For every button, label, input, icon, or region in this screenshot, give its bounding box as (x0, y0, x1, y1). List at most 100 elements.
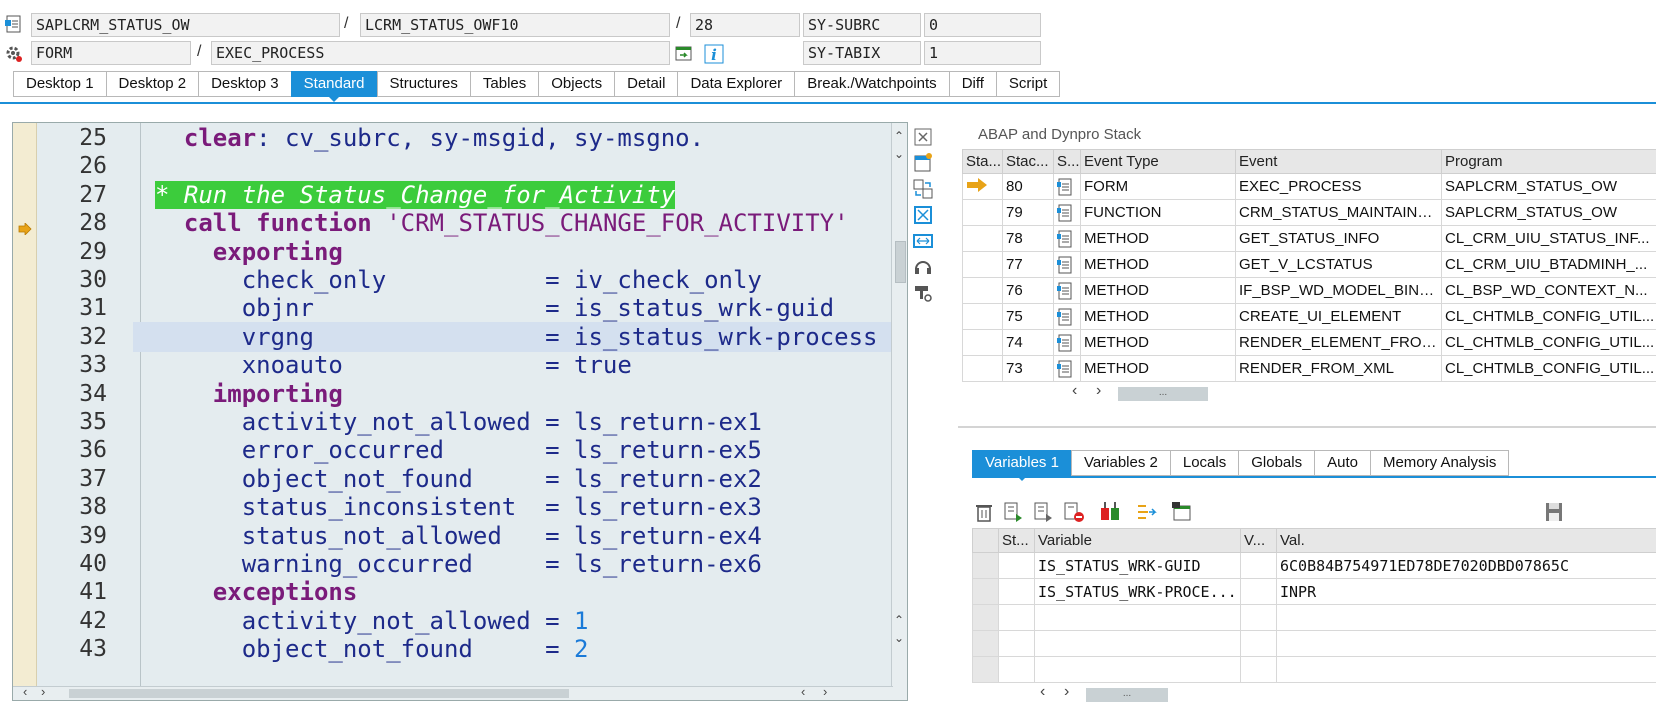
tab-script[interactable]: Script (996, 71, 1060, 97)
variable-value-cell[interactable] (1277, 605, 1656, 631)
code-line[interactable]: 36 error_occurred = ls_return-ex5 (13, 435, 893, 465)
stack-row[interactable]: 74METHODRENDER_ELEMENT_FROM_...CL_CHTMLB… (963, 330, 1656, 356)
tab-desktop-3[interactable]: Desktop 3 (198, 71, 291, 97)
row-selector[interactable] (973, 605, 999, 631)
code-line[interactable]: 25 clear: cv_subrc, sy-msgid, sy-msgno. (13, 123, 893, 153)
panel-splitter[interactable] (958, 426, 1656, 428)
stack-row[interactable]: 78METHODGET_STATUS_INFOCL_CRM_UIU_STATUS… (963, 226, 1656, 252)
code-line[interactable]: 26 (13, 151, 893, 181)
compare-icon[interactable] (1098, 500, 1122, 524)
scroll-right-icon[interactable]: › (823, 684, 827, 699)
scroll-up-icon[interactable]: ⌃ (894, 613, 904, 627)
variables-column-header[interactable]: Variable (1035, 529, 1241, 553)
tab-data-explorer[interactable]: Data Explorer (677, 71, 794, 97)
row-selector-header[interactable] (973, 529, 999, 553)
scroll-thumb[interactable] (69, 689, 569, 698)
scroll-left-icon[interactable]: ‹ (1040, 683, 1045, 701)
variable-name-input[interactable] (1035, 657, 1241, 683)
insert-variable-icon[interactable] (1002, 500, 1026, 524)
variables-column-header[interactable]: St... (999, 529, 1035, 553)
variables-column-header[interactable]: V... (1241, 529, 1277, 553)
stack-column-header[interactable]: Event (1236, 150, 1442, 174)
editor-horizontal-scrollbar[interactable]: ‹ › ‹ › (13, 686, 893, 700)
stack-row[interactable]: 73METHODRENDER_FROM_XMLCL_CHTMLB_CONFIG_… (963, 356, 1656, 382)
variable-value-cell[interactable] (1277, 631, 1656, 657)
code-line[interactable]: 35 activity_not_allowed = ls_return-ex1 (13, 407, 893, 437)
code-line[interactable]: 42 activity_not_allowed = 1 (13, 606, 893, 636)
tab-tables[interactable]: Tables (470, 71, 538, 97)
stack-row[interactable]: 77METHODGET_V_LCSTATUSCL_CRM_UIU_BTADMIN… (963, 252, 1656, 278)
row-selector[interactable] (973, 631, 999, 657)
scroll-right-icon[interactable]: › (1096, 382, 1101, 400)
code-line[interactable]: 39 status_not_allowed = ls_return-ex4 (13, 521, 893, 551)
variable-view-cell[interactable] (1241, 579, 1277, 605)
scroll-left-icon[interactable]: ‹ (1072, 382, 1077, 400)
row-selector[interactable] (973, 579, 999, 605)
variable-name-input[interactable]: IS_STATUS_WRK-PROCE... (1035, 579, 1241, 605)
stack-row[interactable]: 79FUNCTIONCRM_STATUS_MAINTAIN_...SAPLCRM… (963, 200, 1656, 226)
tab-standard[interactable]: Standard (291, 71, 377, 97)
tab-variables-1[interactable]: Variables 1 (972, 450, 1071, 476)
code-line[interactable]: 27* Run the Status_Change_for_Activity (13, 180, 893, 210)
scroll-down-icon[interactable]: ⌄ (894, 631, 904, 645)
stack-column-header[interactable]: Stac... (1003, 150, 1054, 174)
scroll-right-icon[interactable]: › (1064, 683, 1069, 701)
scroll-left-icon[interactable]: ‹ (23, 684, 27, 699)
variable-name-input[interactable]: IS_STATUS_WRK-GUID (1035, 553, 1241, 579)
editor-vertical-scrollbar[interactable]: ⌃ ⌄ ⌃ ⌄ (891, 123, 908, 700)
variable-view-cell[interactable] (1241, 631, 1277, 657)
variables-column-header[interactable]: Val. (1277, 529, 1656, 553)
remove-variable-icon[interactable] (1062, 500, 1086, 524)
resize-tool-icon[interactable] (912, 230, 934, 252)
code-line[interactable]: 32 vrgng = is_status_wrk-process (13, 322, 893, 352)
scroll-thumb[interactable] (895, 241, 906, 283)
row-selector[interactable] (973, 553, 999, 579)
info-icon[interactable]: i (704, 44, 724, 64)
source-code-editor[interactable]: 25 clear: cv_subrc, sy-msgid, sy-msgno.2… (12, 122, 908, 701)
tab-locals[interactable]: Locals (1170, 450, 1238, 476)
variable-row[interactable] (973, 631, 1656, 657)
tab-objects[interactable]: Objects (538, 71, 614, 97)
code-line[interactable]: 28 call function 'CRM_STATUS_CHANGE_FOR_… (13, 208, 893, 238)
scroll-up-icon[interactable]: ⌃ (894, 129, 904, 143)
scroll-thumb[interactable]: ... (1118, 387, 1208, 401)
stack-row[interactable]: 76METHODIF_BSP_WD_MODEL_BINDI...CL_BSP_W… (963, 278, 1656, 304)
monitor-icon[interactable] (1170, 500, 1194, 524)
settings-tool-icon[interactable] (912, 282, 934, 304)
new-tool-icon[interactable] (912, 152, 934, 174)
code-line[interactable]: 38 status_inconsistent = ls_return-ex3 (13, 492, 893, 522)
stack-column-header[interactable]: Program (1442, 150, 1656, 174)
maximize-tool-icon[interactable] (912, 204, 934, 226)
variable-view-cell[interactable] (1241, 605, 1277, 631)
code-line[interactable]: 43 object_not_found = 2 (13, 634, 893, 664)
code-line[interactable]: 40 warning_occurred = ls_return-ex6 (13, 549, 893, 579)
variable-name-input[interactable] (1035, 605, 1241, 631)
stack-row[interactable]: 80FORMEXEC_PROCESSSAPLCRM_STATUS_OW (963, 174, 1656, 200)
tab-globals[interactable]: Globals (1238, 450, 1314, 476)
variable-view-cell[interactable] (1241, 553, 1277, 579)
stack-column-header[interactable]: Event Type (1081, 150, 1236, 174)
display-object-icon[interactable] (674, 44, 694, 64)
variable-value-cell[interactable] (1277, 657, 1656, 683)
swap-tool-icon[interactable] (912, 178, 934, 200)
export-icon[interactable] (1134, 500, 1158, 524)
load-variables-icon[interactable] (1032, 500, 1056, 524)
code-line[interactable]: 30 check_only = iv_check_only (13, 265, 893, 295)
tab-diff[interactable]: Diff (949, 71, 996, 97)
tab-break-watchpoints[interactable]: Break./Watchpoints (794, 71, 949, 97)
variables-horizontal-scrollbar[interactable]: ‹ › ... (1038, 685, 1238, 703)
headset-tool-icon[interactable] (912, 256, 934, 278)
variable-row[interactable]: IS_STATUS_WRK-PROCE... INPR (973, 579, 1656, 605)
variable-view-cell[interactable] (1241, 657, 1277, 683)
variable-row[interactable]: IS_STATUS_WRK-GUID 6C0B84B754971ED78DE702… (973, 553, 1656, 579)
save-icon[interactable] (1542, 500, 1566, 524)
variable-value-cell[interactable]: 6C0B84B754971ED78DE7020DBD07865C (1277, 553, 1656, 579)
variable-value-cell[interactable]: INPR (1277, 579, 1656, 605)
scroll-down-icon[interactable]: ⌄ (894, 147, 904, 161)
code-line[interactable]: 33 xnoauto = true (13, 350, 893, 380)
tab-detail[interactable]: Detail (614, 71, 677, 97)
row-selector[interactable] (973, 657, 999, 683)
scroll-left-icon[interactable]: ‹ (801, 684, 805, 699)
code-line[interactable]: 37 object_not_found = ls_return-ex2 (13, 464, 893, 494)
tab-structures[interactable]: Structures (377, 71, 470, 97)
